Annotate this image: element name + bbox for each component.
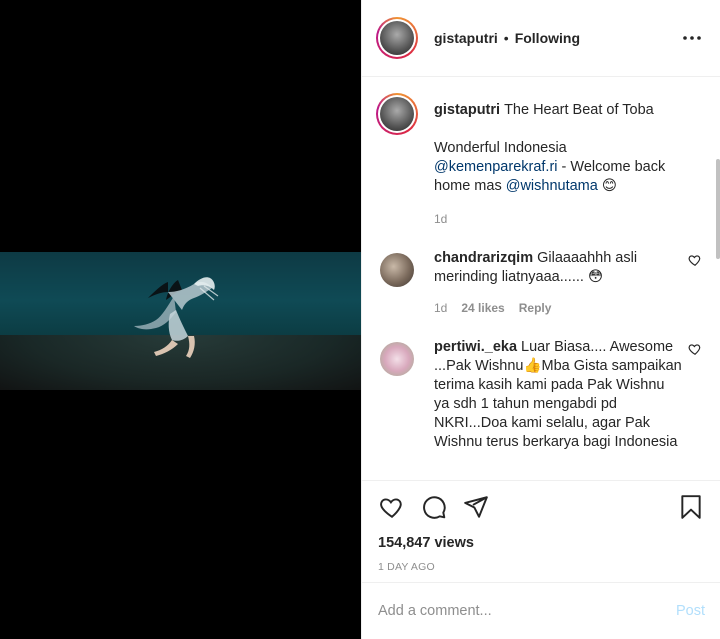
post-timestamp[interactable]: 1 DAY AGO <box>378 561 705 573</box>
caption-avatar[interactable] <box>376 93 418 135</box>
comment-item: chandrarizqim Gilaaaahhh asli merinding l… <box>376 249 704 318</box>
post-modal: gistaputri • Following gistaputri The Hea… <box>0 0 720 639</box>
mention-wishnutama[interactable]: @wishnutama <box>506 178 598 194</box>
comment-icon[interactable] <box>420 493 448 521</box>
heart-icon[interactable] <box>378 493 406 521</box>
caption-avatar-image <box>380 97 414 131</box>
post-actions: 154,847 views 1 DAY AGO <box>362 480 720 573</box>
share-icon[interactable] <box>462 493 490 521</box>
comment-username[interactable]: pertiwi._eka <box>434 339 517 355</box>
following-button[interactable]: Following <box>515 30 580 46</box>
media-panel <box>0 0 361 639</box>
header-separator: • <box>503 30 509 46</box>
caption-username[interactable]: gistaputri <box>434 102 500 118</box>
author-avatar-image <box>380 21 414 55</box>
comment-likes[interactable]: 24 likes <box>461 299 504 318</box>
caption-line: Wonderful Indonesia <box>434 140 567 156</box>
comment-input[interactable] <box>378 603 676 619</box>
commenter-avatar[interactable] <box>380 253 414 287</box>
comment-text: pertiwi._eka Luar Biasa.... Awesome ...Pa… <box>434 338 704 452</box>
reply-button[interactable]: Reply <box>519 299 552 318</box>
post-button[interactable]: Post <box>676 603 705 619</box>
comments-scrollbar[interactable] <box>716 159 720 259</box>
caption: gistaputri The Heart Beat of Toba Wonderf… <box>376 93 704 229</box>
author-username[interactable]: gistaputri <box>434 30 498 46</box>
post-sidebar: gistaputri • Following gistaputri The Hea… <box>361 0 720 639</box>
comment-text: chandrarizqim Gilaaaahhh asli merinding l… <box>434 249 704 318</box>
post-video[interactable] <box>0 252 361 390</box>
comment-username[interactable]: chandrarizqim <box>434 250 533 266</box>
smile-emoji: 😊 <box>601 178 617 194</box>
caption-time[interactable]: 1d <box>434 210 447 229</box>
caption-text: gistaputri The Heart Beat of Toba Wonderf… <box>434 93 704 229</box>
post-header: gistaputri • Following <box>362 0 720 77</box>
comment-body: Luar Biasa.... Awesome ...Pak Wishnu👍Mba… <box>434 339 682 450</box>
more-options-icon[interactable] <box>680 26 704 50</box>
view-count[interactable]: 154,847 views <box>378 535 705 551</box>
commenter-avatar[interactable] <box>380 342 414 376</box>
mention-kemenparekraf[interactable]: @kemenparekraf.ri <box>434 159 558 175</box>
comments-list[interactable]: gistaputri The Heart Beat of Toba Wonderf… <box>362 77 720 480</box>
dancer-figure <box>134 277 219 358</box>
comment-item: pertiwi._eka Luar Biasa.... Awesome ...Pa… <box>376 338 704 452</box>
comment-time[interactable]: 1d <box>434 299 447 318</box>
like-comment-icon[interactable] <box>688 253 702 267</box>
caption-title: The Heart Beat of Toba <box>504 102 654 118</box>
add-comment-bar: Post <box>362 582 720 639</box>
like-comment-icon[interactable] <box>688 342 702 356</box>
bookmark-icon[interactable] <box>677 493 705 521</box>
author-avatar[interactable] <box>376 17 418 59</box>
